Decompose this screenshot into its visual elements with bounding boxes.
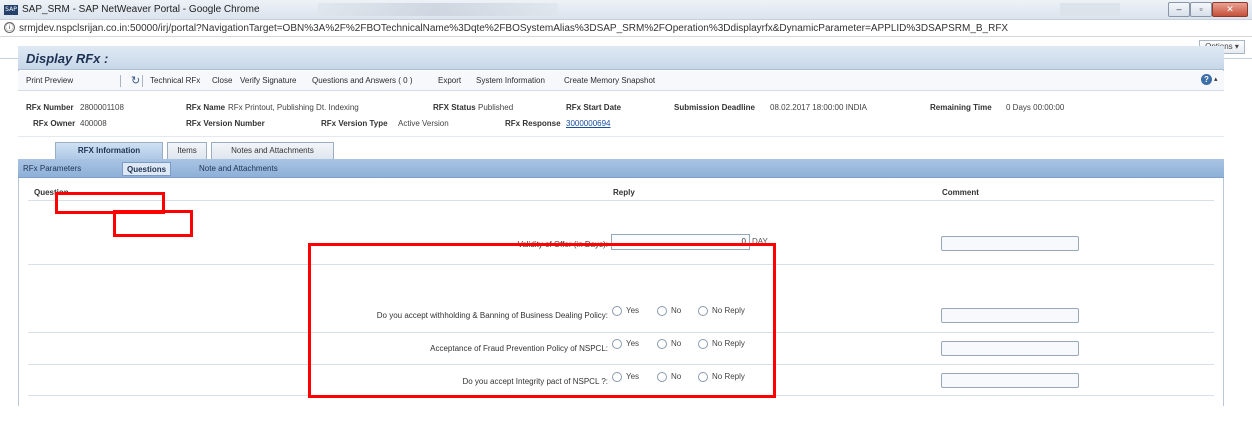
export-button[interactable]: Export <box>438 76 461 85</box>
rfx-owner-value: 400008 <box>80 119 107 128</box>
help-icon[interactable]: ? <box>1201 74 1212 85</box>
question-integrity-pact: Do you accept Integrity pact of NSPCL ?: <box>462 377 608 386</box>
comment-field-integrity[interactable] <box>941 373 1079 388</box>
rfx-start-date-label: RFx Start Date <box>566 103 622 112</box>
radio-no-label: No <box>671 306 682 315</box>
window-titlebar: SAP SAP_SRM - SAP NetWeaver Portal - Goo… <box>0 0 1252 20</box>
question-validity-of-offer: Validity of Offer (in Days): <box>517 240 608 249</box>
remaining-time-value: 0 Days 00:00:00 <box>1006 103 1065 112</box>
window-title: SAP_SRM - SAP NetWeaver Portal - Google … <box>22 4 260 15</box>
rfx-response-label: RFx Response <box>505 119 561 128</box>
rfx-status-label: RFX Status <box>433 103 476 112</box>
submission-deadline-value: 08.02.2017 18:00:00 INDIA <box>770 103 867 112</box>
comment-field-validity[interactable] <box>941 236 1079 251</box>
radio-no-integrity[interactable] <box>657 372 667 382</box>
tab-items[interactable]: Items <box>167 142 207 159</box>
comment-field-withholding[interactable] <box>941 308 1079 323</box>
rfx-name-value: RFx Printout, Publishing Dt. Indexing <box>228 103 359 112</box>
radio-no-label: No <box>671 372 682 381</box>
close-button[interactable]: Close <box>212 76 232 85</box>
system-information-button[interactable]: System Information <box>476 76 545 85</box>
rfx-number-label: RFx Number <box>26 103 74 112</box>
page-header: Display RFx : <box>18 46 1224 70</box>
subtab-rfx-parameters[interactable]: RFx Parameters <box>23 162 81 176</box>
radio-yes-label: Yes <box>626 372 640 381</box>
close-window-button[interactable]: ✕ <box>1212 2 1248 17</box>
chrome-app-icon: SAP <box>4 5 18 15</box>
radio-no-reply-label: No Reply <box>712 372 745 381</box>
toolbar-separator <box>120 75 121 87</box>
blurred-tab-area <box>318 3 558 16</box>
rfx-status-value: Published <box>478 103 514 112</box>
rfx-version-type-label: RFx Version Type <box>321 119 388 128</box>
table-header-divider <box>28 200 1214 201</box>
column-header-reply: Reply <box>613 188 635 197</box>
radio-yes-label: Yes <box>626 339 640 348</box>
radio-no-reply-label: No Reply <box>712 306 745 315</box>
main-tabstrip: RFX Information Items Notes and Attachme… <box>18 137 1224 159</box>
sub-tabstrip: RFx Parameters Questions Note and Attach… <box>18 159 1224 178</box>
table-row-divider <box>28 332 1214 333</box>
question-fraud-prevention-policy: Acceptance of Fraud Prevention Policy of… <box>430 344 608 353</box>
submission-deadline-label: Submission Deadline <box>674 103 755 112</box>
validity-unit-label: DAY <box>752 237 768 246</box>
address-bar[interactable]: ⓘ srmjdev.nspclsrijan.co.in:50000/irj/po… <box>0 20 1252 37</box>
radio-yes-label: Yes <box>626 306 640 315</box>
questions-and-answers-button[interactable]: Questions and Answers ( 0 ) <box>312 76 413 85</box>
column-header-question: Question <box>34 188 69 197</box>
question-withholding-banning-policy: Do you accept withholding & Banning of B… <box>376 311 608 320</box>
url-text[interactable]: srmjdev.nspclsrijan.co.in:50000/irj/port… <box>19 23 1008 34</box>
subtab-questions[interactable]: Questions <box>122 162 172 176</box>
print-preview-button[interactable]: Print Preview <box>26 76 73 85</box>
maximize-button[interactable]: ▫ <box>1190 2 1212 17</box>
subtab-note-and-attachments[interactable]: Note and Attachments <box>199 162 278 176</box>
radio-no-fraud[interactable] <box>657 339 667 349</box>
table-row-divider <box>28 395 1214 396</box>
create-memory-snapshot-button[interactable]: Create Memory Snapshot <box>564 76 655 85</box>
rfx-version-type-value: Active Version <box>398 119 449 128</box>
comment-field-fraud[interactable] <box>941 341 1079 356</box>
table-row-divider <box>28 264 1214 265</box>
tab-notes-and-attachments[interactable]: Notes and Attachments <box>211 142 334 159</box>
rfx-version-number-label: RFx Version Number <box>186 119 265 128</box>
action-toolbar: Print Preview ↻ Technical RFx Close Veri… <box>18 71 1224 91</box>
verify-signature-button[interactable]: Verify Signature <box>240 76 296 85</box>
info-icon[interactable]: ⓘ <box>4 22 15 33</box>
refresh-icon[interactable]: ↻ <box>131 74 140 87</box>
radio-yes-withholding[interactable] <box>612 306 622 316</box>
radio-no-reply-integrity[interactable] <box>698 372 708 382</box>
technical-rfx-button[interactable]: Technical RFx <box>150 76 200 85</box>
minimize-button[interactable]: – <box>1168 2 1190 17</box>
radio-no-reply-label: No Reply <box>712 339 745 348</box>
rfx-summary: RFx Number 2800001108 RFx Name RFx Print… <box>18 91 1224 137</box>
toolbar-separator <box>142 75 143 87</box>
tab-rfx-information[interactable]: RFX Information <box>55 142 163 159</box>
rfx-name-label: RFx Name <box>186 103 226 112</box>
radio-no-reply-fraud[interactable] <box>698 339 708 349</box>
rfx-response-link[interactable]: 3000000694 <box>566 119 611 128</box>
radio-yes-integrity[interactable] <box>612 372 622 382</box>
help-menu-caret-icon[interactable]: ▴ <box>1214 75 1218 83</box>
column-header-comment: Comment <box>942 188 979 197</box>
radio-no-reply-withholding[interactable] <box>698 306 708 316</box>
radio-no-withholding[interactable] <box>657 306 667 316</box>
table-row-divider <box>28 364 1214 365</box>
page-title: Display RFx : <box>26 51 109 66</box>
rfx-number-value: 2800001108 <box>80 103 124 112</box>
blurred-tab-area-right <box>1060 3 1120 16</box>
rfx-owner-label: RFx Owner <box>33 119 76 128</box>
validity-days-input[interactable]: 0 <box>611 234 750 250</box>
remaining-time-label: Remaining Time <box>930 103 992 112</box>
radio-no-label: No <box>671 339 682 348</box>
radio-yes-fraud[interactable] <box>612 339 622 349</box>
